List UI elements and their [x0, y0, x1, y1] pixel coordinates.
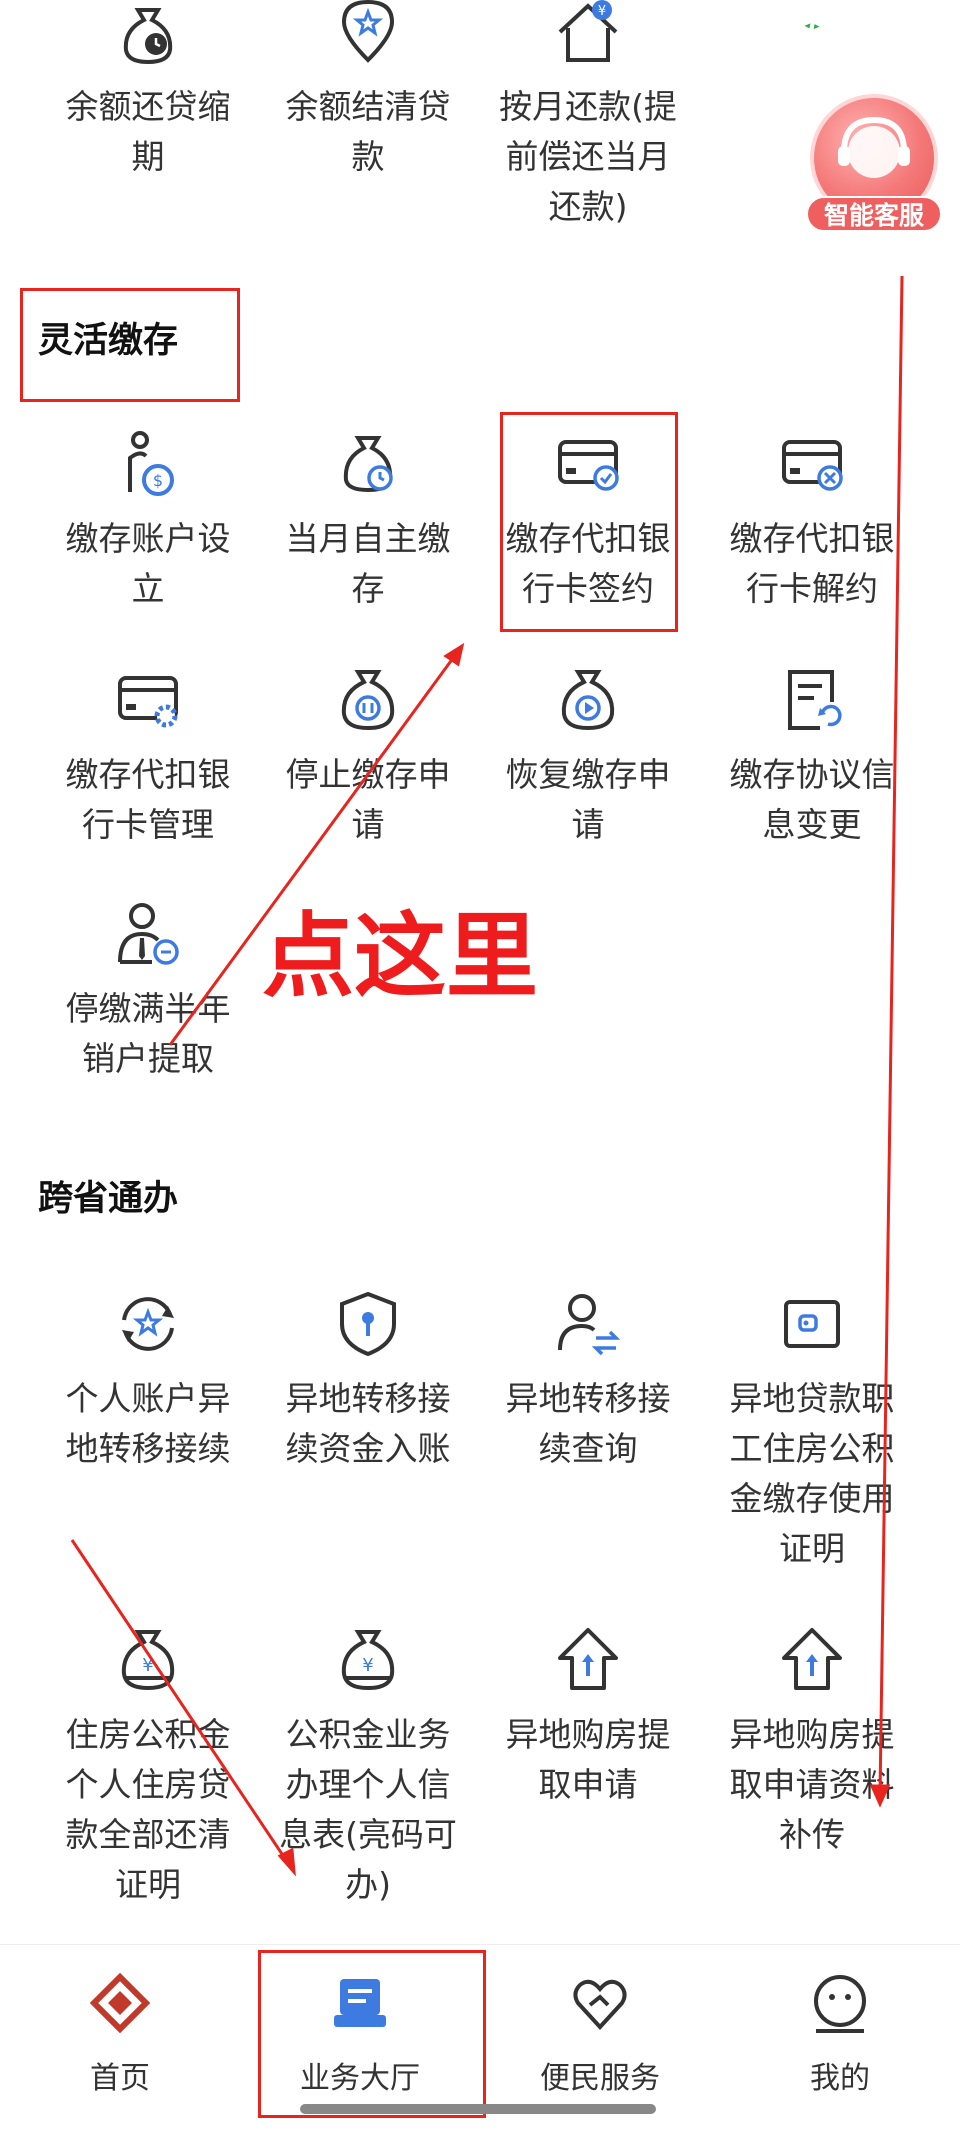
- home-indicator[interactable]: [300, 2104, 656, 2114]
- highlight-box-business-hall-tab: [258, 1950, 486, 2118]
- tab-mine[interactable]: 我的: [720, 1945, 960, 2133]
- heart-hands-icon: [573, 1979, 627, 2030]
- tab-label: 便民服务: [540, 2061, 660, 2096]
- annotation-arrows: [70, 275, 904, 1877]
- home-logo-icon: [90, 1973, 150, 2033]
- smile-face-icon: [814, 1975, 866, 2033]
- tab-home[interactable]: 首页: [0, 1945, 240, 2133]
- tab-label: 首页: [90, 2061, 150, 2096]
- tab-label: 我的: [810, 2061, 870, 2096]
